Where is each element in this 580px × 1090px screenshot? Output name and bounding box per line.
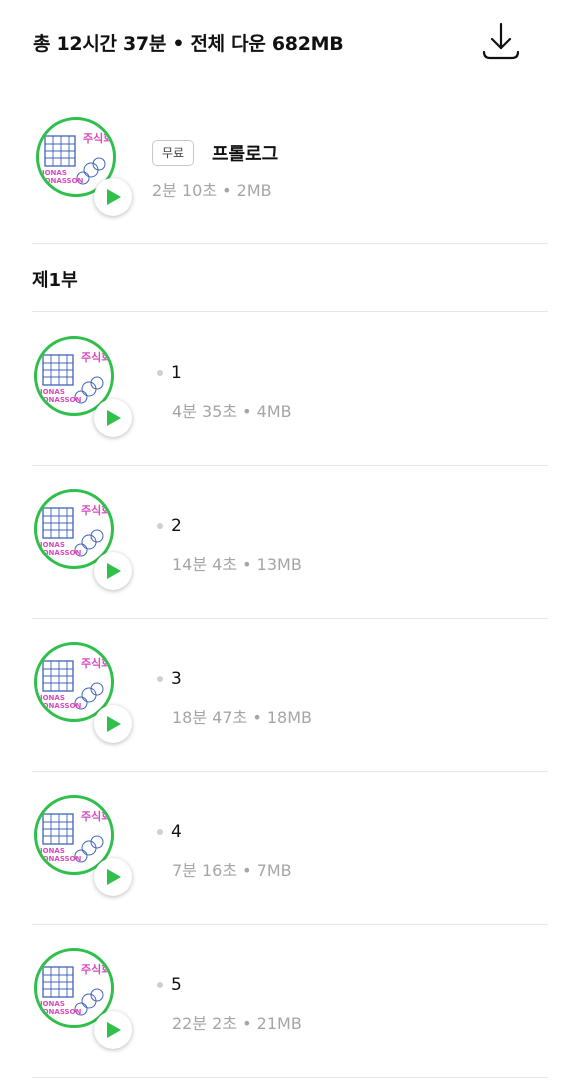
prologue-meta: 2분 10초 • 2MB [152, 181, 272, 200]
free-badge: 무료 [152, 140, 194, 166]
episode-number: 5 [171, 975, 182, 995]
svg-text:주식회사: 주식회사 [81, 503, 111, 517]
play-icon [107, 1022, 121, 1038]
book-cover-art: 주식회사 JONASJONASSON [39, 656, 111, 710]
episode-play-button[interactable] [94, 552, 132, 590]
download-status-dot [157, 523, 163, 529]
episode-play-button[interactable] [94, 399, 132, 437]
divider [32, 618, 548, 619]
svg-text:JONAS: JONAS [39, 694, 65, 702]
book-cover-art: 주식회사 JONASJONASSON [39, 809, 111, 863]
episode-number: 1 [171, 363, 182, 383]
download-all-button[interactable] [478, 18, 524, 64]
download-status-dot [157, 982, 163, 988]
svg-text:JONASSON: JONASSON [39, 702, 82, 710]
svg-text:JONASSON: JONASSON [41, 177, 84, 185]
summary-bar: 총 12시간 37분 • 전체 다운 682MB [0, 0, 580, 84]
download-status-dot [157, 370, 163, 376]
download-icon [482, 22, 520, 60]
play-icon [107, 189, 121, 205]
svg-text:JONAS: JONAS [41, 169, 67, 177]
episode-number: 3 [171, 669, 182, 689]
episode-meta: 18분 47초 • 18MB [172, 708, 312, 727]
svg-text:JONASSON: JONASSON [39, 549, 82, 557]
play-icon [107, 716, 121, 732]
episode-play-button[interactable] [94, 858, 132, 896]
book-cover-art: 주식회사 JONASJONASSON [39, 503, 111, 557]
svg-text:주식회사: 주식회사 [81, 656, 111, 670]
episode-meta: 4분 35초 • 4MB [172, 402, 292, 421]
episode-play-button[interactable] [94, 1011, 132, 1049]
svg-text:주식회사: 주식회사 [81, 962, 111, 976]
episode-number: 4 [171, 822, 182, 842]
play-icon [107, 563, 121, 579]
play-icon [107, 869, 121, 885]
divider [32, 924, 548, 925]
svg-text:JONAS: JONAS [39, 847, 65, 855]
book-cover-art: 주식회사 JONASJONASSON [39, 350, 111, 404]
divider [32, 465, 548, 466]
download-status-dot [157, 676, 163, 682]
episode-meta: 14분 4초 • 13MB [172, 555, 302, 574]
svg-text:JONASSON: JONASSON [39, 1008, 82, 1016]
svg-text:JONAS: JONAS [39, 541, 65, 549]
book-cover-art: 주식회사 JONASJONASSON [39, 962, 111, 1016]
prologue-play-button[interactable] [94, 178, 132, 216]
episode-meta: 7분 16초 • 7MB [172, 861, 292, 880]
svg-text:주식회사: 주식회사 [81, 350, 111, 364]
episode-meta: 22분 2초 • 21MB [172, 1014, 302, 1033]
svg-text:주식회사: 주식회사 [81, 809, 111, 823]
svg-text:JONASSON: JONASSON [39, 855, 82, 863]
section-title: 제1부 [32, 270, 78, 291]
summary-text: 총 12시간 37분 • 전체 다운 682MB [33, 33, 344, 55]
divider [32, 771, 548, 772]
episode-number: 2 [171, 516, 182, 536]
svg-text:JONASSON: JONASSON [39, 396, 82, 404]
download-status-dot [157, 829, 163, 835]
svg-text:JONAS: JONAS [39, 1000, 65, 1008]
svg-text:JONAS: JONAS [39, 388, 65, 396]
play-icon [107, 410, 121, 426]
svg-text:주식회사: 주식회사 [83, 131, 113, 145]
episode-play-button[interactable] [94, 705, 132, 743]
divider [32, 311, 548, 312]
divider [32, 243, 548, 244]
prologue-title: 프롤로그 [212, 144, 279, 165]
divider [32, 1077, 548, 1078]
